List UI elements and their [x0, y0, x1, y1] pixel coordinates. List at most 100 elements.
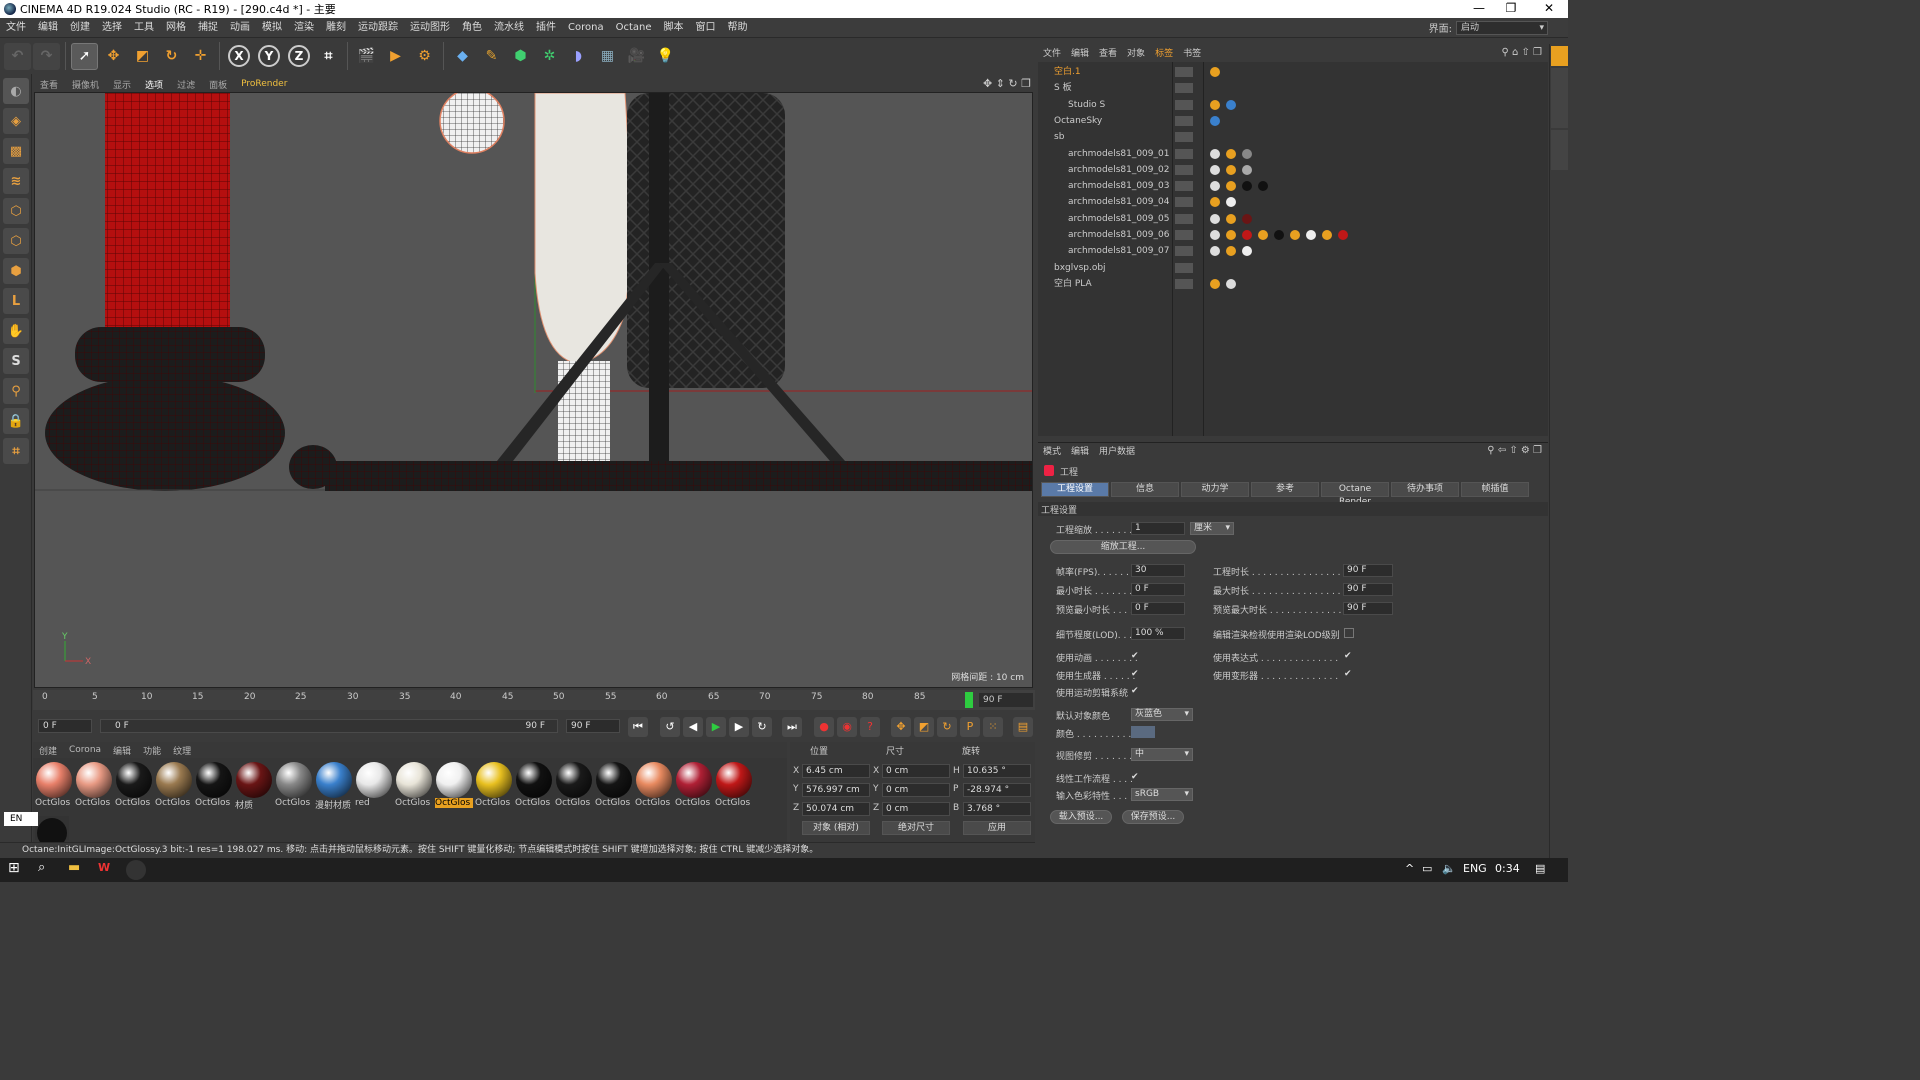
search-icon[interactable]: ⌕ [38, 860, 45, 875]
object-row[interactable]: S 板 [1038, 80, 1548, 96]
cube-primitive-icon[interactable]: ◆ [449, 43, 476, 70]
autokey-icon[interactable]: ◉ [837, 717, 857, 737]
edges-mode-icon[interactable]: ⬡ [3, 228, 29, 254]
menu-tools[interactable]: 工具 [128, 18, 160, 38]
side-tab-content[interactable] [1551, 68, 1568, 128]
key-pla-icon[interactable]: ⁙ [983, 717, 1003, 737]
size-x-field[interactable]: 0 cm [882, 764, 950, 778]
object-visibility-toggle[interactable] [1175, 148, 1193, 159]
object-tag-icon[interactable] [1226, 148, 1236, 159]
points-mode-icon[interactable]: ⬡ [3, 198, 29, 224]
object-tag-icon[interactable] [1258, 181, 1268, 192]
minimize-button[interactable]: — [1464, 0, 1494, 18]
menu-animate[interactable]: 动画 [224, 18, 256, 38]
viewport-menu-prorender[interactable]: ProRender [234, 79, 294, 89]
om-menu-edit[interactable]: 编辑 [1066, 46, 1094, 59]
object-tag-icon[interactable] [1226, 197, 1236, 208]
previous-key-icon[interactable]: ↺ [660, 717, 680, 737]
object-mode-dropdown[interactable]: 对象 (相对) [802, 821, 870, 835]
object-tag-icon[interactable] [1226, 246, 1236, 257]
subdivision-icon[interactable]: ⬢ [507, 43, 534, 70]
material-swatch[interactable]: red [355, 762, 393, 810]
fps-field[interactable]: 30 [1131, 564, 1185, 577]
om-menu-file[interactable]: 文件 [1038, 46, 1066, 59]
color-swatch[interactable] [1131, 726, 1155, 738]
object-tag-icon[interactable] [1258, 230, 1268, 240]
object-visibility-toggle[interactable] [1175, 278, 1193, 289]
project-length-field[interactable]: 90 F [1343, 564, 1393, 577]
snap-icon[interactable]: ⚲ [3, 378, 29, 404]
go-to-end-icon[interactable]: ⏭ [782, 717, 802, 737]
apply-button[interactable]: 应用 [963, 821, 1031, 835]
keyframe-selection-icon[interactable]: ? [860, 717, 880, 737]
viewport-menu-cameras[interactable]: 摄像机 [65, 78, 106, 91]
object-row[interactable]: archmodels81_009_04 [1038, 194, 1548, 210]
object-tag-icon[interactable] [1226, 278, 1236, 289]
wps-app-icon[interactable]: W [98, 861, 110, 874]
use-expressions-checkbox[interactable]: ✔ [1344, 651, 1354, 661]
object-visibility-toggle[interactable] [1175, 83, 1193, 94]
render-picture-viewer-icon[interactable]: ▶ [382, 43, 409, 70]
material-swatch[interactable]: OctGlos [555, 762, 593, 810]
material-swatch[interactable]: OctGlos [75, 762, 113, 810]
make-editable-icon[interactable]: ◐ [3, 78, 29, 104]
end-frame-field[interactable]: 90 F [566, 719, 620, 733]
workplane-lock-icon[interactable]: 🔒 [3, 408, 29, 434]
load-preset-button[interactable]: 载入预设... [1050, 810, 1112, 824]
am-menu-mode[interactable]: 模式 [1038, 444, 1066, 457]
object-tag-icon[interactable] [1306, 230, 1316, 240]
menu-motion-tracking[interactable]: 运动跟踪 [352, 18, 404, 38]
am-menu-edit[interactable]: 编辑 [1066, 444, 1094, 457]
om-menu-bookmarks[interactable]: 书签 [1178, 46, 1206, 59]
cinema4d-taskbar-icon[interactable] [126, 860, 146, 880]
material-swatch[interactable]: OctGlos [115, 762, 153, 810]
material-swatch[interactable]: 漫射材质 [315, 762, 353, 811]
menu-character[interactable]: 角色 [456, 18, 488, 38]
timeline-window-icon[interactable]: ▤ [1013, 717, 1033, 737]
object-tag-icon[interactable] [1290, 230, 1300, 240]
viewport-nav-icons[interactable]: ✥ ⇕ ↻ ❐ [983, 77, 1031, 90]
object-visibility-toggle[interactable] [1175, 230, 1193, 240]
menu-render[interactable]: 渲染 [288, 18, 320, 38]
close-button[interactable]: ✕ [1534, 0, 1564, 18]
preview-max-field[interactable]: 90 F [1343, 602, 1393, 615]
pen-spline-icon[interactable]: ✎ [478, 43, 505, 70]
cloner-icon[interactable]: ✲ [536, 43, 563, 70]
tab-todo[interactable]: 待办事项 [1391, 482, 1459, 497]
object-tag-icon[interactable] [1242, 148, 1252, 159]
use-animation-checkbox[interactable]: ✔ [1131, 651, 1141, 661]
object-tag-icon[interactable] [1210, 181, 1220, 192]
object-visibility-toggle[interactable] [1175, 213, 1193, 224]
undo-icon[interactable]: ↶ [4, 42, 31, 70]
material-swatch[interactable]: OctGlos [155, 762, 193, 810]
menu-simulate[interactable]: 模拟 [256, 18, 288, 38]
object-tag-icon[interactable] [1210, 67, 1220, 77]
object-row[interactable]: 空白 PLA [1038, 276, 1548, 292]
material-swatch[interactable]: OctGlos [715, 762, 753, 810]
object-visibility-toggle[interactable] [1175, 132, 1193, 143]
use-motion-system-checkbox[interactable]: ✔ [1131, 686, 1141, 696]
menu-octane[interactable]: Octane [610, 18, 658, 38]
material-swatch[interactable]: OctGlos [395, 762, 433, 810]
light-bulb-icon[interactable]: 💡 [652, 43, 679, 70]
scale-tool-icon[interactable]: ◩ [129, 43, 156, 70]
object-tag-icon[interactable] [1210, 197, 1220, 208]
material-swatch[interactable]: OctGlos [35, 762, 73, 810]
object-visibility-toggle[interactable] [1175, 181, 1193, 192]
solo-mode-icon[interactable]: S [3, 348, 29, 374]
previous-frame-icon[interactable]: ◀ [683, 717, 703, 737]
object-visibility-toggle[interactable] [1175, 262, 1193, 273]
texture-mode-icon[interactable]: ▩ [3, 138, 29, 164]
render-settings-icon[interactable]: ⚙ [411, 43, 438, 70]
menu-file[interactable]: 文件 [0, 18, 32, 38]
tab-octane-render[interactable]: Octane Render [1321, 482, 1389, 507]
max-time-field[interactable]: 90 F [1343, 583, 1393, 596]
language-indicator[interactable]: ENG [1463, 862, 1487, 875]
material-menu-corona[interactable]: Corona [63, 745, 107, 755]
file-explorer-icon[interactable]: ▬ [68, 860, 80, 875]
object-row[interactable]: sb [1038, 129, 1548, 145]
key-scale-icon[interactable]: ◩ [914, 717, 934, 737]
floor-icon[interactable]: ▦ [594, 43, 621, 70]
side-tab-layers[interactable] [1551, 130, 1568, 170]
object-row[interactable]: Studio S [1038, 97, 1548, 113]
